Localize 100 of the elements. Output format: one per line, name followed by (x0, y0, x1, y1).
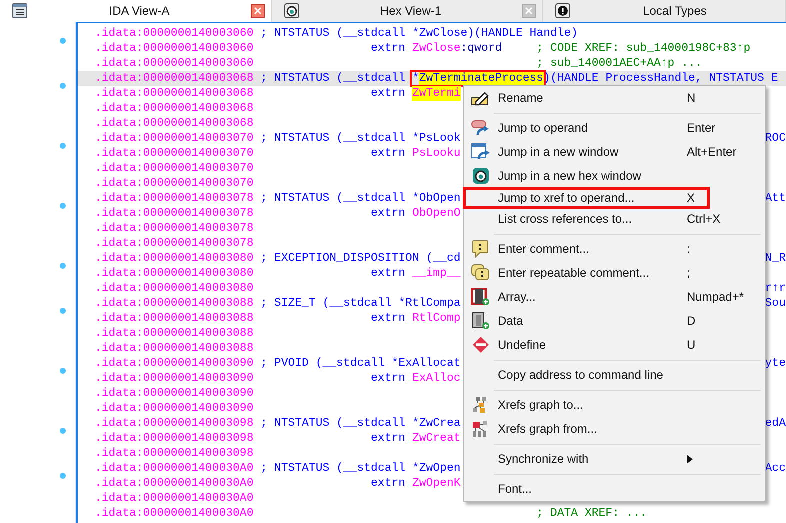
menu-item[interactable]: Synchronize with (464, 447, 765, 471)
address-text: .idata:00000001400030A0 (95, 476, 254, 491)
menu-item[interactable]: Copy address to command line (464, 363, 765, 387)
address-text: .idata:0000000140003098 (95, 431, 254, 446)
declaration-text: ; PVOID (__stdcall *ExAllocat (260, 356, 461, 371)
comment-text: ; DATA XREF: ... (536, 506, 648, 521)
address-text: .idata:0000000140003090 (95, 401, 254, 416)
shortcut-text: Numpad+* (687, 290, 744, 304)
keyword-text: extrn (371, 266, 406, 281)
address-text: .idata:00000001400030A0 (95, 461, 254, 476)
address-text: .idata:0000000140003068 (95, 71, 254, 86)
keyword-text: extrn (371, 146, 406, 161)
address-text: .idata:00000001400030A0 (95, 491, 254, 506)
code-fragment: N_R (765, 251, 786, 266)
bracket-plus-icon (471, 288, 491, 306)
address-text: .idata:0000000140003068 (95, 116, 254, 131)
address-text: .idata:0000000140003068 (95, 101, 254, 116)
menu-item[interactable]: Array... Numpad+* (464, 285, 765, 309)
menu-item[interactable]: Undefine U (464, 333, 765, 357)
comment-text: ; sub_140001AEC+AA↑p ... (536, 56, 702, 71)
menu-item[interactable]: Xrefs graph to... (464, 393, 765, 417)
keyword-text: extrn (371, 431, 406, 446)
shortcut-text: Alt+Enter (687, 145, 737, 159)
code-fragment: yte (765, 356, 786, 371)
code-fragment: edA (765, 416, 786, 431)
menu-item[interactable]: Jump in a new hex window (464, 164, 765, 188)
declaration-text: ; NTSTATUS (__stdcall *ObOpen (260, 191, 461, 206)
keyword-text: extrn (371, 476, 406, 491)
address-text: .idata:0000000140003080 (95, 251, 254, 266)
menu-item[interactable]: Enter comment... : (464, 237, 765, 261)
address-text: .idata:0000000140003060 (95, 41, 254, 56)
declaration-text: ; NTSTATUS (__stdcall *ZwOpen (260, 461, 461, 476)
comment-text: ; CODE XREF: sub_14000198C+83↑p (536, 41, 751, 56)
menu-item[interactable]: Jump to operand Enter (464, 116, 765, 140)
address-text: .idata:0000000140003070 (95, 161, 254, 176)
address-text: .idata:0000000140003078 (95, 191, 254, 206)
menu-item[interactable]: Font... (464, 477, 765, 501)
address-text: .idata:0000000140003088 (95, 326, 254, 341)
menu-item[interactable]: List cross references to... Ctrl+X (464, 207, 765, 231)
address-text: .idata:0000000140003098 (95, 416, 254, 431)
tab[interactable]: Local Types (543, 0, 786, 22)
declaration-text: ; EXCEPTION_DISPOSITION (__cd (260, 251, 461, 266)
tab[interactable]: Hex View-1 (272, 0, 543, 22)
list-icon[interactable] (12, 3, 28, 19)
menu-item[interactable]: Rename N (464, 86, 765, 110)
link-arrow-icon (471, 119, 491, 137)
address-text: .idata:0000000140003090 (95, 356, 254, 371)
keyword-text: extrn (371, 206, 406, 221)
code-fragment: Sou (765, 296, 786, 311)
keyword-text: extrn (371, 371, 406, 386)
menu-item[interactable]: Xrefs graph from... (464, 417, 765, 441)
address-text: .idata:0000000140003070 (95, 146, 254, 161)
address-text: .idata:0000000140003078 (95, 236, 254, 251)
keyword-text: extrn (371, 41, 406, 56)
speech-bubble-icon (471, 240, 491, 258)
declaration-text: ; SIZE_T (__stdcall *RtlCompa (260, 296, 461, 311)
declaration-text: ; NTSTATUS (__stdcall *PsLook (260, 131, 461, 146)
shortcut-text: U (687, 338, 696, 352)
menu-item[interactable]: Jump in a new window Alt+Enter (464, 140, 765, 164)
code-fragment: ROC (765, 131, 786, 146)
address-text: .idata:0000000140003090 (95, 371, 254, 386)
address-text: .idata:0000000140003060 (95, 56, 254, 71)
menu-item[interactable]: Enter repeatable comment... ; (464, 261, 765, 285)
address-text: .idata:0000000140003078 (95, 206, 254, 221)
window-arrow-icon (471, 143, 491, 161)
address-text: .idata:0000000140003070 (95, 131, 254, 146)
keyword-text: extrn (371, 311, 406, 326)
address-text: .idata:0000000140003080 (95, 281, 254, 296)
stacked-bubbles-icon (471, 264, 491, 282)
shortcut-text: Ctrl+X (687, 212, 721, 226)
address-text: .idata:0000000140003060 (95, 26, 254, 41)
shortcut-text: N (687, 91, 696, 105)
info-icon[interactable] (555, 3, 571, 19)
address-text: .idata:0000000140003088 (95, 341, 254, 356)
declaration-text: ; NTSTATUS (__stdcall *ZwCrea (260, 416, 461, 431)
address-text: .idata:00000001400030A0 (95, 506, 254, 521)
address-text: .idata:0000000140003088 (95, 296, 254, 311)
shortcut-text: ; (687, 266, 690, 280)
keyword-text: extrn (371, 86, 406, 101)
address-text: .idata:0000000140003070 (95, 176, 254, 191)
tab[interactable]: IDA View-A (0, 0, 272, 22)
menu-item[interactable]: Jump to xref to operand... X (463, 187, 710, 209)
address-text: .idata:0000000140003078 (95, 221, 254, 236)
shortcut-text: X (687, 191, 696, 205)
column-plus-icon (471, 312, 491, 330)
close-icon[interactable] (251, 4, 265, 18)
menu-item[interactable]: Data D (464, 309, 765, 333)
disc-icon[interactable] (284, 3, 300, 19)
address-text: .idata:0000000140003090 (95, 386, 254, 401)
address-text: .idata:0000000140003088 (95, 311, 254, 326)
code-fragment: Acc (765, 461, 786, 476)
shortcut-text: D (687, 314, 696, 328)
declaration-text: ; NTSTATUS (__stdcall *ZwClose)(HANDLE Handle) (260, 26, 578, 41)
address-text: .idata:0000000140003098 (95, 446, 254, 461)
symbol-name[interactable]: ZwClose:qword (412, 41, 502, 56)
address-text: .idata:0000000140003068 (95, 86, 254, 101)
code-fragment: r↑r (765, 281, 786, 296)
shortcut-text: Enter (687, 121, 716, 135)
no-entry-icon (471, 336, 491, 354)
code-fragment: Att (765, 191, 786, 206)
